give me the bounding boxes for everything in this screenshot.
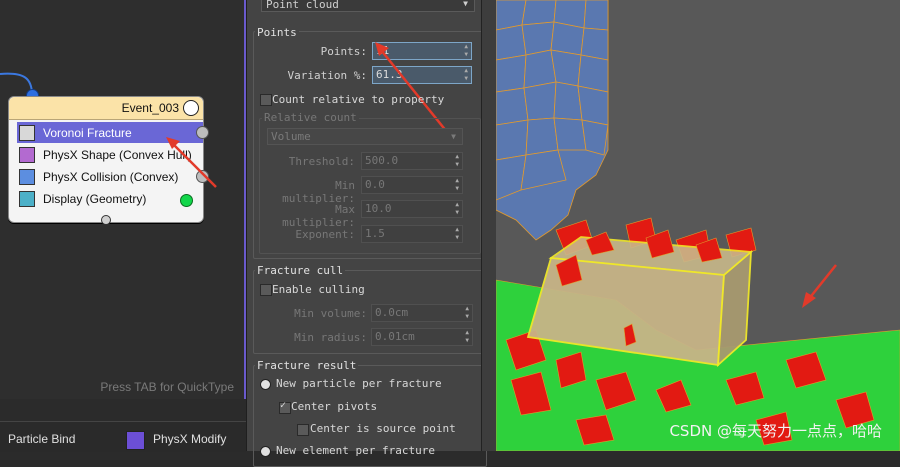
- exponent-label: Exponent:: [295, 228, 355, 241]
- operator-depot-bar: Particle Bind PhysX Modify: [0, 421, 246, 452]
- min-radius-value: 0.01cm: [375, 330, 415, 343]
- exponent-spinner[interactable]: 1.5 ▲ ▼: [361, 225, 463, 243]
- threshold-value: 500.0: [365, 154, 399, 167]
- fractured-wall: [496, 0, 609, 241]
- new-particle-label: New particle per fracture: [276, 377, 442, 390]
- spinner-arrows-icon[interactable]: ▲ ▼: [455, 177, 459, 193]
- physx-modify-icon: [126, 431, 145, 450]
- max-multiplier-spinner[interactable]: 10.0 ▲ ▼: [361, 200, 463, 218]
- voronoi-icon: [19, 124, 35, 141]
- enable-culling-label: Enable culling: [272, 283, 365, 296]
- spinner-arrows-icon[interactable]: ▲ ▼: [465, 305, 469, 321]
- center-pivots-checkbox[interactable]: [279, 400, 291, 414]
- event-output-port[interactable]: [101, 215, 111, 225]
- panel-scrollbar[interactable]: [481, 0, 496, 451]
- lightbulb-icon[interactable]: [183, 100, 199, 116]
- display-icon: [19, 190, 35, 207]
- fracture-cull-title: Fracture cull: [255, 264, 346, 277]
- min-volume-label: Min volume:: [294, 307, 367, 320]
- fracture-result-title: Fracture result: [255, 359, 359, 372]
- new-element-radio[interactable]: [260, 446, 271, 457]
- event-title: Event_003: [121, 101, 179, 115]
- source-dropdown-value: Point cloud: [266, 0, 339, 11]
- viewport-scene: [496, 0, 900, 451]
- physx-modify-item[interactable]: PhysX Modify: [153, 432, 226, 446]
- operator-label: Voronoi Fracture: [43, 125, 132, 140]
- center-source-checkbox[interactable]: [297, 424, 309, 436]
- relative-count-title: Relative count: [262, 111, 359, 124]
- quicktype-hint: Press TAB for QuickType: [100, 380, 234, 394]
- new-particle-radio[interactable]: [260, 379, 271, 390]
- points-group-title: Points: [255, 26, 299, 39]
- operator-label: Display (Geometry): [43, 191, 147, 206]
- min-multiplier-spinner[interactable]: 0.0 ▲ ▼: [361, 176, 463, 194]
- spinner-arrows-icon[interactable]: ▲ ▼: [464, 43, 468, 59]
- particle-view-editor[interactable]: Event_003 Voronoi Fracture PhysX Shape (…: [0, 0, 246, 399]
- operator-label: PhysX Collision (Convex): [43, 169, 179, 184]
- max-multiplier-value: 10.0: [365, 202, 392, 215]
- count-relative-label: Count relative to property: [272, 93, 445, 106]
- min-multiplier-label: Min multiplier:: [282, 179, 355, 205]
- center-pivots-label: Center pivots: [291, 400, 378, 413]
- min-radius-spinner[interactable]: 0.01cm ▲ ▼: [371, 328, 473, 346]
- spinner-arrows-icon[interactable]: ▲ ▼: [455, 226, 459, 242]
- exponent-value: 1.5: [365, 227, 385, 240]
- relative-count-dropdown-value: Volume: [271, 130, 311, 143]
- spinner-arrows-icon[interactable]: ▲ ▼: [455, 153, 459, 169]
- threshold-spinner[interactable]: 500.0 ▲ ▼: [361, 152, 463, 170]
- particle-bind-item[interactable]: Particle Bind: [8, 432, 75, 446]
- display-color-swatch[interactable]: [180, 194, 193, 207]
- variation-label: Variation %:: [287, 69, 367, 82]
- physx-shape-icon: [19, 146, 35, 163]
- annotation-arrow: [802, 264, 837, 308]
- source-dropdown[interactable]: Point cloud ▼: [261, 0, 475, 12]
- annotation-arrow: [166, 137, 217, 188]
- min-volume-value: 0.0cm: [375, 306, 409, 319]
- count-relative-checkbox[interactable]: [260, 94, 272, 106]
- min-radius-label: Min radius:: [294, 331, 367, 344]
- min-volume-spinner[interactable]: 0.0cm ▲ ▼: [371, 304, 473, 322]
- points-label: Points:: [320, 45, 367, 58]
- chevron-down-icon: ▼: [463, 0, 468, 8]
- event-header[interactable]: Event_003: [9, 97, 203, 120]
- viewport-3d[interactable]: CSDN @每天努力一点点，哈哈: [496, 0, 900, 451]
- relative-count-dropdown[interactable]: Volume ▼: [267, 128, 463, 145]
- spinner-arrows-icon[interactable]: ▲ ▼: [464, 67, 468, 83]
- spinner-arrows-icon[interactable]: ▲ ▼: [465, 329, 469, 345]
- center-source-label: Center is source point: [310, 422, 456, 435]
- enable-culling-checkbox[interactable]: [260, 284, 272, 296]
- min-multiplier-value: 0.0: [365, 178, 385, 191]
- spinner-arrows-icon[interactable]: ▲ ▼: [455, 201, 459, 217]
- properties-panel: Point cloud ▼ Points Points: 11 ▲▼ Varia…: [246, 0, 497, 467]
- physx-collision-icon: [19, 168, 35, 185]
- watermark: CSDN @每天努力一点点，哈哈: [669, 422, 882, 440]
- max-multiplier-label: Max multiplier:: [282, 203, 355, 229]
- chevron-down-icon: ▼: [451, 132, 456, 141]
- threshold-label: Threshold:: [288, 155, 355, 168]
